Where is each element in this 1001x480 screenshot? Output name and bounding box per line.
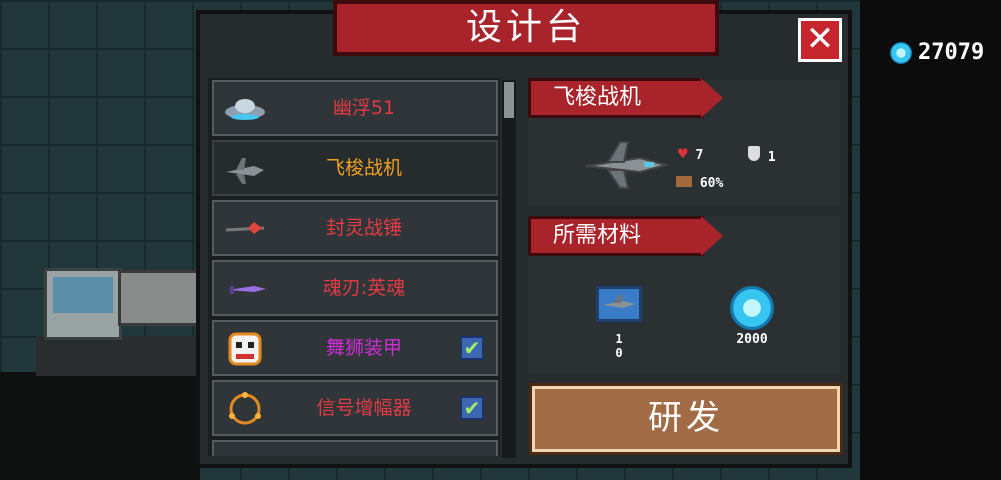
speed-stat: 60% (676, 176, 723, 191)
currency-value: 27079 (918, 40, 985, 65)
background-desk (36, 336, 200, 376)
ufo-icon (225, 99, 265, 120)
list-item[interactable]: 信号增幅器 ✔ (212, 380, 498, 436)
war-hammer-icon (225, 222, 265, 234)
list-scrollbar[interactable] (502, 80, 516, 458)
list-item[interactable]: 舞狮装甲 ✔ (212, 320, 498, 376)
blueprint-qty: 1 (615, 332, 623, 346)
list-item-selected[interactable]: 飞梭战机 (212, 140, 498, 196)
jet-fighter-icon (226, 158, 264, 184)
armor-value: 1 (767, 150, 776, 165)
heart-icon: ♥ (678, 144, 688, 163)
blueprint-icon (596, 286, 642, 322)
owned-checkbox[interactable]: ✔ (460, 396, 484, 420)
lion-dance-armor-icon (228, 332, 262, 366)
soul-blade-icon (228, 286, 266, 294)
jet-fighter-icon (585, 141, 670, 189)
panel-title: 设计台 (333, 0, 719, 56)
close-button[interactable]: ✕ (798, 18, 842, 62)
background-workbench (118, 270, 206, 326)
research-button[interactable]: 研发 (529, 383, 843, 455)
speed-value: 60% (699, 176, 724, 191)
list-item[interactable]: 封灵战锤 (212, 200, 498, 256)
currency-display: 27079 (890, 40, 984, 65)
item-name: 幽浮51 (332, 97, 396, 119)
gem-icon (890, 41, 912, 64)
hp-value: 7 (695, 148, 704, 163)
blueprint-sub: 0 (615, 346, 623, 360)
gem-cost: 2000 (736, 332, 768, 347)
armor-stat: 1 (748, 146, 776, 165)
background-wall (0, 372, 200, 480)
shield-icon (748, 146, 760, 161)
item-name: 信号增幅器 (316, 397, 412, 419)
list-item[interactable]: 幽浮51 (212, 80, 498, 136)
hp-stat: ♥ 7 (678, 144, 703, 163)
materials-title: 所需材料 (528, 216, 723, 256)
background-monitor (44, 268, 122, 340)
item-detail-title: 飞梭战机 (528, 78, 723, 118)
gem-icon (730, 286, 774, 330)
list-item-partial[interactable] (212, 440, 498, 456)
scroll-thumb[interactable] (504, 82, 514, 118)
owned-checkbox[interactable]: ✔ (460, 336, 484, 360)
list-item[interactable]: 魂刃:英魂 (212, 260, 498, 316)
item-name: 魂刃:英魂 (322, 277, 406, 299)
item-name: 封灵战锤 (325, 217, 402, 239)
signal-amplifier-icon (229, 392, 261, 425)
blueprint-list[interactable]: 幽浮51 飞梭战机 封灵战锤 魂刃:英魂 舞狮装甲 ✔ 信号增幅器 ✔ (208, 78, 500, 456)
boot-icon (676, 176, 692, 187)
item-name: 飞梭战机 (325, 157, 402, 179)
background-dark-area (860, 0, 1001, 480)
item-name: 舞狮装甲 (325, 337, 402, 359)
